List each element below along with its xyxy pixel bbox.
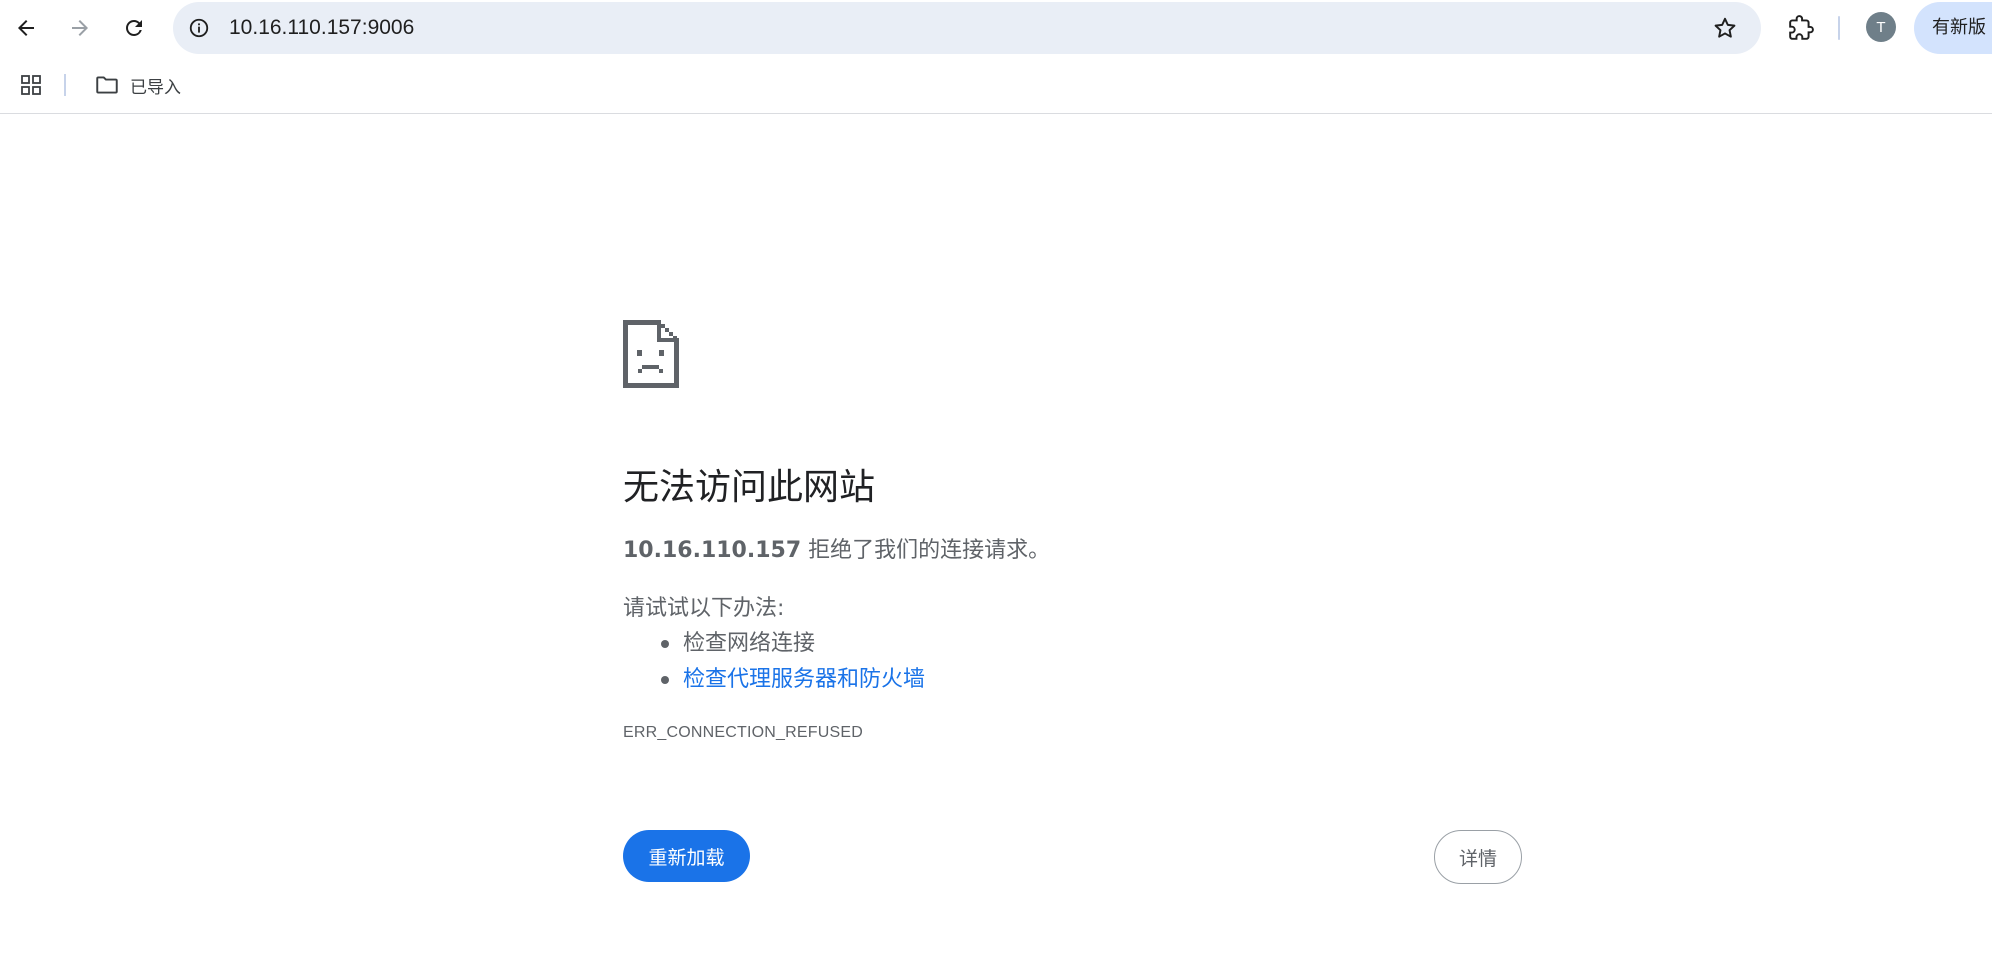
browser-toolbar: 10.16.110.157:9006 T 有新版: [0, 0, 1992, 56]
bookmark-folder-imported[interactable]: 已导入: [88, 66, 187, 104]
error-code: ERR_CONNECTION_REFUSED: [623, 724, 863, 741]
error-host: 10.16.110.157: [623, 538, 802, 563]
arrow-left-icon: [18, 20, 34, 36]
site-info-button[interactable]: [179, 8, 219, 48]
apps-button[interactable]: [14, 68, 48, 102]
reload-icon: [126, 20, 142, 36]
bookmarks-bar: 已导入: [0, 56, 1992, 114]
folder-icon: [96, 76, 118, 94]
reload-page-button[interactable]: 重新加载: [623, 830, 750, 882]
puzzle-icon: [1789, 15, 1814, 40]
back-button[interactable]: [6, 8, 46, 48]
reload-button[interactable]: [114, 8, 154, 48]
suggestion-check-proxy-firewall-link[interactable]: 检查代理服务器和防火墙: [623, 662, 925, 698]
star-icon: [1714, 17, 1736, 38]
error-title: 无法访问此网站: [623, 467, 876, 508]
extensions-button[interactable]: [1781, 8, 1821, 48]
suggestion-check-network: 检查网络连接: [623, 626, 925, 662]
bookmarks-divider: [64, 74, 66, 96]
suggestions-list: 检查网络连接 检查代理服务器和防火墙: [623, 626, 925, 698]
details-button[interactable]: 详情: [1434, 830, 1522, 884]
bookmark-star-button[interactable]: [1705, 8, 1745, 48]
url-text[interactable]: 10.16.110.157:9006: [229, 2, 414, 54]
profile-avatar[interactable]: T: [1866, 12, 1896, 42]
info-icon: [189, 18, 209, 38]
address-bar[interactable]: 10.16.110.157:9006: [173, 2, 1761, 54]
forward-button[interactable]: [60, 8, 100, 48]
suggestions-title: 请试试以下办法:: [623, 596, 785, 621]
bookmark-folder-label: 已导入: [130, 77, 181, 98]
error-description: 10.16.110.157 拒绝了我们的连接请求。: [623, 532, 1050, 564]
toolbar-divider: [1838, 16, 1840, 40]
apps-grid-icon: [21, 75, 41, 95]
error-message: 拒绝了我们的连接请求。: [801, 538, 1051, 563]
new-version-button[interactable]: 有新版: [1914, 2, 1992, 54]
arrow-right-icon: [72, 20, 88, 36]
sad-page-icon: [623, 320, 679, 388]
